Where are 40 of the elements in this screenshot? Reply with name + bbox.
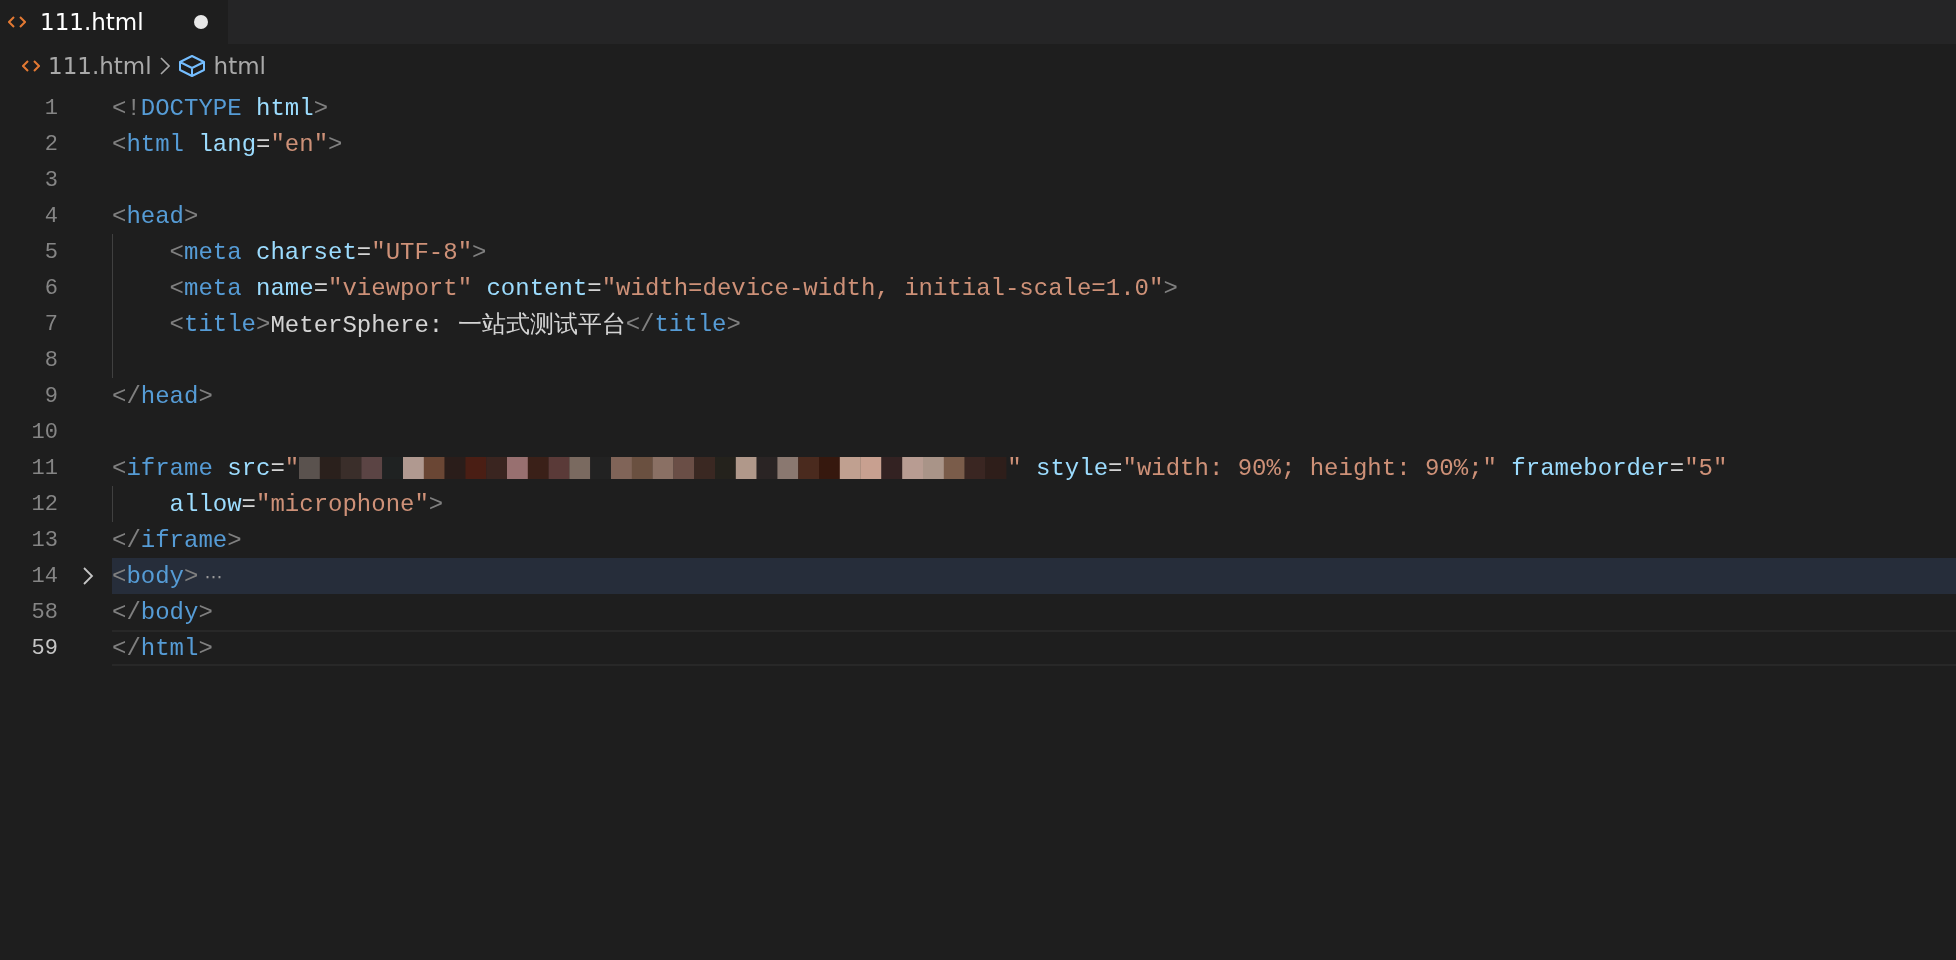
line-number: 12 [30, 491, 58, 517]
line-number: 9 [43, 383, 58, 409]
fold-ellipsis[interactable]: ⋯ [204, 565, 223, 587]
code-line: </head> [112, 382, 213, 410]
code-line: </body> [112, 598, 213, 626]
line-number: 14 [30, 563, 58, 589]
code-line: <head> [112, 202, 199, 230]
line-number: 7 [43, 311, 58, 337]
line-number: 5 [43, 239, 58, 265]
unsaved-dot[interactable] [193, 15, 208, 29]
breadcrumb-item[interactable]: html [213, 53, 266, 79]
breadcrumb-item[interactable]: 111.html [48, 53, 152, 79]
line-number: 59 [30, 635, 58, 661]
line-number: 58 [30, 599, 58, 625]
code-line: <body> [112, 562, 199, 590]
line-number: 6 [43, 275, 58, 301]
line-number: 11 [30, 455, 58, 481]
code-line: </iframe> [112, 526, 242, 554]
chevron-icon[interactable] [82, 567, 94, 585]
line-number: 2 [43, 131, 58, 157]
code-line: <meta name="viewport" content="width=device-width, initial-scale=1.0"> [169, 274, 1178, 302]
code-icon [8, 15, 26, 29]
code-line: </html> [112, 634, 213, 662]
code-icon [22, 59, 40, 73]
line-number: 3 [43, 167, 58, 193]
code-line: <iframe src=" " style="width: 90%; height: 90%;" frameborder="5" [112, 454, 1728, 482]
cube-icon [177, 54, 206, 78]
line-number: 13 [30, 527, 58, 553]
chevron-icon [159, 57, 170, 75]
code-line: allow="microphone"> [169, 490, 444, 518]
code-line: <!DOCTYPE html> [112, 94, 329, 122]
code-line: <title>MeterSphere: 一站式测试平台</title> [169, 309, 741, 340]
code-line: <meta charset="UTF-8"> [169, 238, 487, 266]
line-number: 8 [43, 347, 58, 373]
line-number: 4 [43, 203, 58, 229]
code-line: <html lang="en"> [112, 130, 343, 158]
editor-tab[interactable]: 111.html [0, 0, 228, 44]
line-number: 10 [30, 419, 58, 445]
tab-label: 111.html [40, 9, 144, 35]
line-number: 1 [43, 95, 58, 121]
